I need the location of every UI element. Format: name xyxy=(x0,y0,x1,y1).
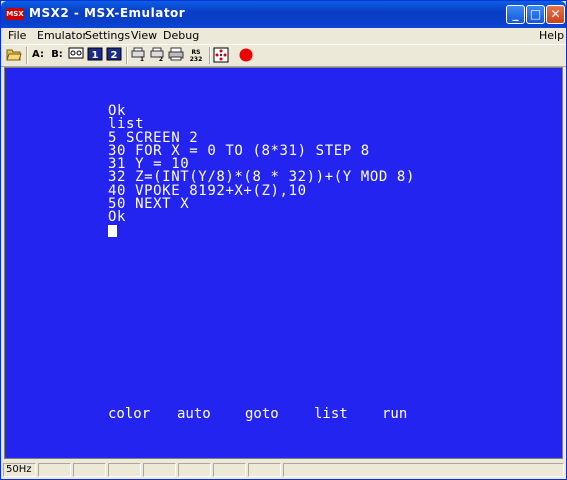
status-bar: 50Hz xyxy=(1,461,566,479)
printer-1-icon[interactable]: 1 xyxy=(129,47,147,64)
close-button[interactable]: ✕ xyxy=(546,5,565,24)
drive-a-button[interactable]: A: xyxy=(29,47,47,64)
menu-file[interactable]: File xyxy=(8,29,26,42)
basic-console: Ok list 5 SCREEN 2 30 FOR X = 0 TO (8*31… xyxy=(108,104,415,226)
menu-emulator[interactable]: Emulator xyxy=(37,29,87,42)
svg-text:1: 1 xyxy=(140,56,144,61)
fkey-label: run xyxy=(382,406,408,422)
printer-icon[interactable] xyxy=(167,47,185,64)
msx-app-icon[interactable]: MSX xyxy=(6,8,24,20)
maximize-button[interactable]: □ xyxy=(526,5,545,24)
cassette-icon[interactable] xyxy=(67,47,85,64)
menu-bar: File Emulator Settings View Debug Help xyxy=(1,28,566,44)
status-cell xyxy=(143,463,176,477)
fkey-label: list xyxy=(314,406,348,422)
window-title: MSX2 - MSX-Emulator xyxy=(29,6,186,20)
status-cell xyxy=(38,463,71,477)
status-cell xyxy=(178,463,211,477)
status-cell xyxy=(73,463,106,477)
open-folder-icon[interactable] xyxy=(5,47,23,64)
svg-text:2: 2 xyxy=(159,56,163,61)
status-cell xyxy=(213,463,246,477)
minimize-button[interactable]: _ xyxy=(506,5,525,24)
title-bar[interactable]: MSX MSX2 - MSX-Emulator _ □ ✕ xyxy=(1,1,566,28)
menu-debug[interactable]: Debug xyxy=(163,29,199,42)
emulator-screen[interactable]: Ok list 5 SCREEN 2 30 FOR X = 0 TO (8*31… xyxy=(4,67,563,459)
cartridge-1-icon[interactable]: 1 xyxy=(86,47,104,64)
cartridge-1-label: 1 xyxy=(92,50,99,61)
toolbar-separator xyxy=(126,47,128,64)
drive-b-button[interactable]: B: xyxy=(48,47,66,64)
joystick-icon[interactable] xyxy=(212,47,230,64)
rs232-label: RS 232 xyxy=(189,49,203,63)
cartridge-2-label: 2 xyxy=(111,50,118,61)
text-cursor xyxy=(108,225,117,237)
fkey-label: auto xyxy=(177,406,211,422)
menu-help[interactable]: Help xyxy=(539,29,564,42)
menu-settings[interactable]: Settings xyxy=(85,29,130,42)
status-cell xyxy=(108,463,141,477)
toolbar-separator xyxy=(209,47,211,64)
printer-2-icon[interactable]: 2 xyxy=(148,47,166,64)
console-line: Ok xyxy=(108,209,127,226)
rs232-icon[interactable]: RS 232 xyxy=(186,47,206,64)
fkey-label: goto xyxy=(245,406,279,422)
record-icon[interactable] xyxy=(237,47,255,64)
toolbar-separator xyxy=(26,47,28,64)
cartridge-2-icon[interactable]: 2 xyxy=(105,47,123,64)
menu-view[interactable]: View xyxy=(131,29,157,42)
toolbar: A: B: 1 2 1 2 RS 232 xyxy=(1,44,566,67)
status-cell xyxy=(248,463,281,477)
status-message xyxy=(283,463,564,477)
fkey-label: color xyxy=(108,406,151,422)
emulator-window: MSX MSX2 - MSX-Emulator _ □ ✕ File Emula… xyxy=(0,0,567,480)
status-frequency: 50Hz xyxy=(3,463,36,477)
